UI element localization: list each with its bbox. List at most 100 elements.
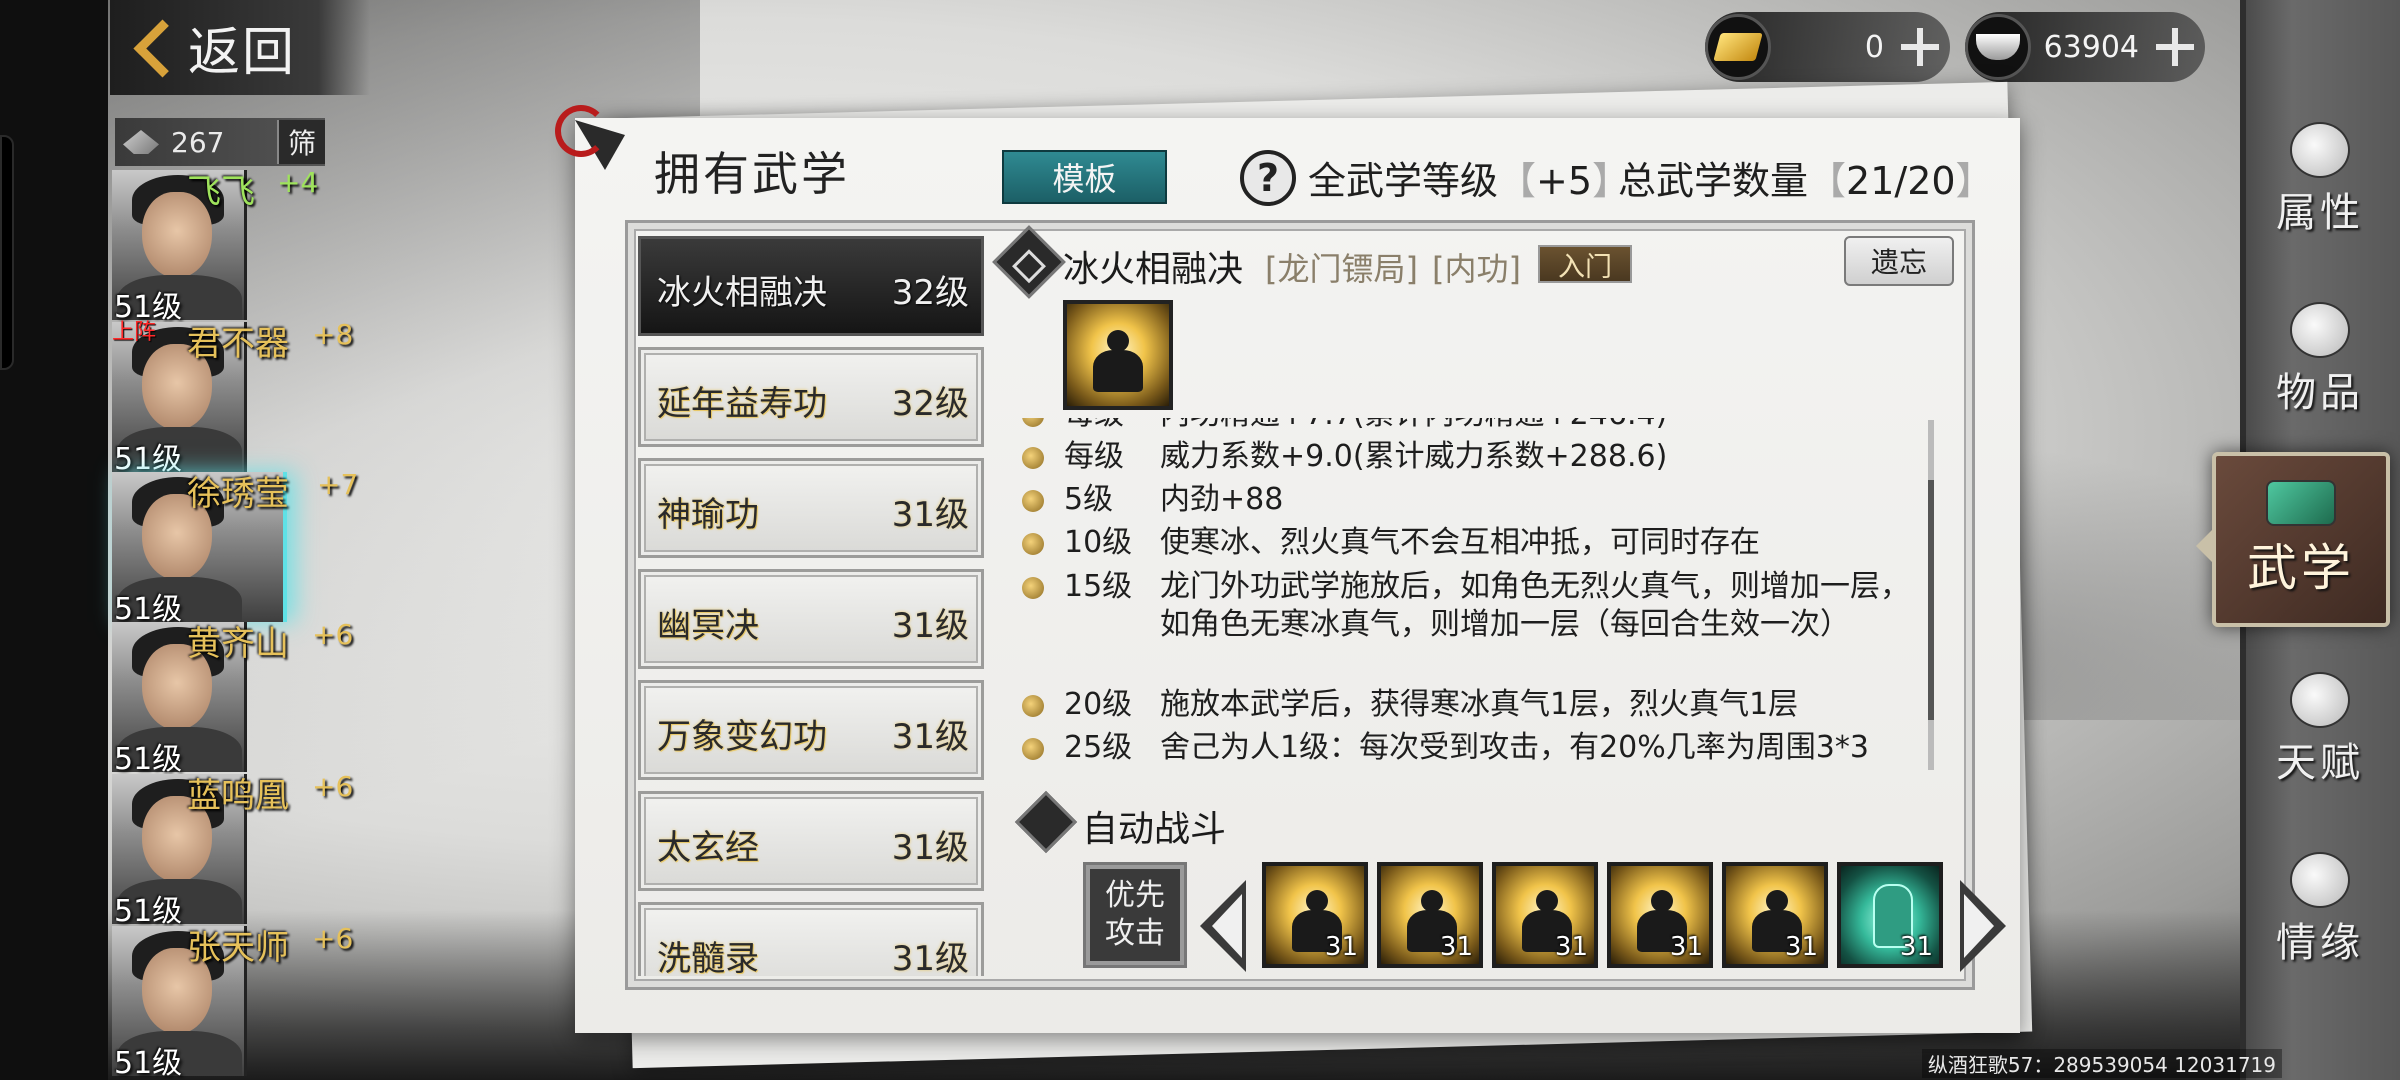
nav-item[interactable]: 武学 <box>2196 452 2390 627</box>
all-skill-level-stat: 全武学等级【+5】 <box>1308 159 1631 203</box>
character-card[interactable]: 张天师 +6 51级 <box>112 922 353 1080</box>
character-card[interactable]: 上阵 君不器 +8 51级 <box>112 318 353 477</box>
skill-level: 32级 <box>891 273 969 313</box>
auto-skill-slot[interactable]: 31 <box>1607 862 1713 968</box>
nav-label: 天赋 <box>2276 740 2364 786</box>
skill-name: 延年益寿功 <box>657 384 827 424</box>
auto-skill-slot[interactable]: 31 <box>1837 862 1943 968</box>
effect-level: 25级 <box>1064 730 1133 765</box>
camera-notch <box>0 135 14 370</box>
nav-item[interactable]: 属性 <box>2240 110 2400 250</box>
character-bonus: +4 <box>277 166 319 199</box>
character-bonus: +6 <box>312 770 354 803</box>
gold-ingot-icon <box>1705 14 1771 80</box>
effect-text: 内劲+88 <box>1160 482 1284 517</box>
effect-list[interactable]: 每级内功精通+7.7(累计内功精通+246.4)每级威力系数+9.0(累计威力系… <box>1018 418 1938 773</box>
effect-level: 15级 <box>1064 569 1133 604</box>
character-name: 蓝鸣凰 <box>187 776 289 816</box>
auto-battle-title: 自动战斗 <box>1082 809 1227 850</box>
effect-text: 施放本武学后，获得寒冰真气1层，烈火真气1层 <box>1160 687 1799 722</box>
nav-label: 属性 <box>2276 190 2364 236</box>
skill-list-item[interactable]: 延年益寿功 32级 <box>638 347 984 447</box>
character-card[interactable]: 飞飞 +4 51级 <box>112 166 318 325</box>
template-button[interactable]: 模板 <box>1002 150 1167 204</box>
nav-item[interactable]: 天赋 <box>2240 660 2400 800</box>
total-skill-count-stat: 总武学数量【21/20】 <box>1618 159 1994 203</box>
character-level: 51级 <box>114 742 183 777</box>
skill-list-item[interactable]: 太玄经 31级 <box>638 791 984 891</box>
skill-name: 太玄经 <box>657 828 759 868</box>
skill-name: 神瑜功 <box>657 495 759 535</box>
slot-level: 31 <box>1324 932 1358 962</box>
help-icon[interactable]: ? <box>1240 150 1296 206</box>
effect-level: 每级 <box>1064 439 1124 474</box>
panel-title: 拥有武学 <box>654 147 850 201</box>
nav-label: 武学 <box>2247 538 2355 597</box>
add-silver-icon[interactable] <box>2153 25 2197 69</box>
priority-line1: 优先 <box>1105 878 1165 913</box>
skill-list-item[interactable]: 冰火相融决 32级 <box>638 236 984 336</box>
effect-text: 威力系数+9.0(累计威力系数+288.6) <box>1160 439 1668 474</box>
skill-list-item[interactable]: 万象变幻功 31级 <box>638 680 984 780</box>
skill-list: 冰火相融决 32级 延年益寿功 32级 神瑜功 31级 幽冥决 31级 万象变幻功 31级 太玄经 3… <box>638 236 984 976</box>
portrait-icon <box>2290 122 2350 178</box>
skill-name: 洗髓录 <box>657 939 759 976</box>
filter-button[interactable]: 筛 <box>277 120 325 164</box>
effect-text: 舍己为人1级：每次受到攻击，有20%几率为周围3*3 <box>1160 730 1869 765</box>
chevron-left-icon <box>130 18 172 78</box>
scroll-book-icon <box>2266 479 2336 526</box>
character-card[interactable]: 黄齐山 +6 51级 <box>112 618 353 777</box>
nav-label: 物品 <box>2276 370 2364 416</box>
skill-level: 31级 <box>891 717 969 757</box>
slot-level: 31 <box>1669 932 1703 962</box>
character-level: 51级 <box>114 894 183 929</box>
auto-skill-slot[interactable]: 31 <box>1492 862 1598 968</box>
team-icon <box>119 124 165 160</box>
effect-level: 每级 <box>1064 418 1124 434</box>
nav-item[interactable]: 情缘 <box>2240 840 2400 980</box>
slots-prev-icon[interactable] <box>1200 880 1246 972</box>
nav-item[interactable]: 物品 <box>2240 290 2400 430</box>
skill-level: 31级 <box>891 606 969 646</box>
slot-level: 31 <box>1899 932 1933 962</box>
effect-level: 20级 <box>1064 687 1133 722</box>
rank-badge: 入门 <box>1538 245 1632 283</box>
talent-tree-icon <box>2290 672 2350 728</box>
auto-skill-slot[interactable]: 31 <box>1262 862 1368 968</box>
auto-skill-slot[interactable]: 31 <box>1377 862 1483 968</box>
heart-knot-icon <box>2290 852 2350 908</box>
skill-name: 冰火相融决 <box>657 273 827 313</box>
detail-skill-name: 冰火相融决 <box>1063 249 1244 290</box>
priority-attack-button[interactable]: 优先 攻击 <box>1083 862 1187 968</box>
all-skill-level-label: 全武学等级 <box>1308 159 1499 203</box>
character-card[interactable]: 徐琇莹 +7 51级 <box>112 468 358 627</box>
character-level: 51级 <box>114 1046 183 1080</box>
skill-list-item[interactable]: 洗髓录 31级 <box>638 902 984 976</box>
silver-ingot-icon <box>1965 14 2031 80</box>
character-bonus: +7 <box>317 468 359 501</box>
effect-scrollbar[interactable] <box>1928 420 1934 770</box>
effect-text: 使寒冰、烈火真气不会互相冲抵，可同时存在 <box>1160 525 1760 560</box>
detail-sect: [龙门镖局] <box>1265 250 1418 288</box>
slot-level: 31 <box>1784 932 1818 962</box>
skill-thumbnail <box>1063 300 1173 410</box>
active-arrow-icon <box>2196 526 2216 566</box>
silver-amount: 63904 <box>2043 29 2139 65</box>
back-button[interactable]: 返回 <box>110 0 370 95</box>
slots-next-icon[interactable] <box>1960 880 2006 972</box>
add-gold-icon[interactable] <box>1898 25 1942 69</box>
effect-level: 5级 <box>1064 482 1114 517</box>
skill-name: 万象变幻功 <box>657 717 827 757</box>
skill-list-item[interactable]: 幽冥决 31级 <box>638 569 984 669</box>
auto-skill-slot[interactable]: 31 <box>1722 862 1828 968</box>
effect-text: 内功精通+7.7(累计内功精通+246.4) <box>1160 418 1930 434</box>
forget-button[interactable]: 遗忘 <box>1844 236 1954 286</box>
detail-type: [内功] <box>1432 250 1521 288</box>
character-card[interactable]: 蓝鸣凰 +6 51级 <box>112 770 353 929</box>
all-skill-level-value: +5 <box>1536 159 1593 203</box>
total-skill-count-label: 总武学数量 <box>1618 159 1809 203</box>
skill-level: 31级 <box>891 828 969 868</box>
bullet-icon <box>1022 577 1044 599</box>
character-count: 267 <box>171 125 225 159</box>
skill-list-item[interactable]: 神瑜功 31级 <box>638 458 984 558</box>
